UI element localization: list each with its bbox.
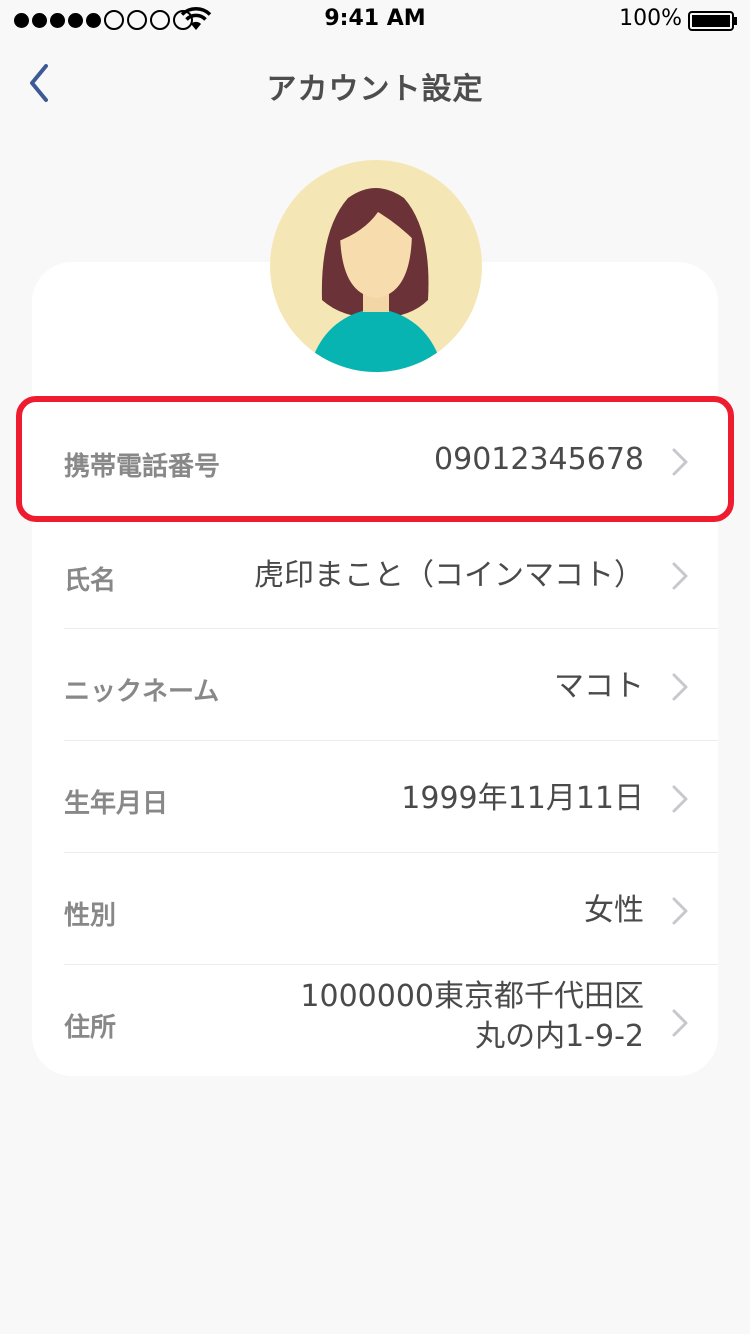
chevron-right-icon	[672, 897, 688, 925]
battery-percentage: 100%	[619, 6, 682, 31]
phone-number-row[interactable]: 携帯電話番号 09012345678	[32, 408, 718, 512]
address-line-1: 1000000東京都千代田区	[300, 979, 644, 1014]
avatar[interactable]	[270, 160, 482, 372]
name-row[interactable]: 氏名 虎印まこと（コインマコト）	[32, 520, 718, 628]
name-label: 氏名	[64, 566, 117, 596]
nickname-row[interactable]: ニックネーム マコト	[32, 629, 718, 740]
address-value: 1000000東京都千代田区 丸の内1-9-2	[300, 977, 644, 1057]
woman-avatar-icon	[270, 160, 482, 372]
address-label: 住所	[64, 1013, 117, 1043]
account-settings-screen: 9:41 AM 100% アカウント設定 携帯電話番号 09012345678 …	[0, 0, 750, 1334]
gender-value: 女性	[584, 893, 644, 928]
gender-label: 性別	[64, 901, 117, 931]
name-value: 虎印まこと（コインマコト）	[254, 558, 644, 593]
navigation-bar: アカウント設定	[0, 40, 750, 128]
birthday-label: 生年月日	[64, 789, 169, 819]
address-row[interactable]: 住所 1000000東京都千代田区 丸の内1-9-2	[32, 965, 718, 1076]
gender-row[interactable]: 性別 女性	[32, 853, 718, 964]
chevron-right-icon	[672, 1009, 688, 1037]
birthday-value: 1999年11月11日	[401, 781, 644, 816]
status-bar: 9:41 AM 100%	[0, 0, 750, 40]
nickname-value: マコト	[554, 669, 644, 704]
battery-icon	[688, 11, 737, 31]
chevron-right-icon	[672, 673, 688, 701]
chevron-right-icon	[672, 448, 688, 476]
chevron-right-icon	[672, 562, 688, 590]
page-title: アカウント設定	[266, 72, 484, 107]
birthday-row[interactable]: 生年月日 1999年11月11日	[32, 741, 718, 852]
address-line-2: 丸の内1-9-2	[475, 1019, 644, 1054]
phone-number-label: 携帯電話番号	[64, 452, 221, 482]
chevron-right-icon	[672, 785, 688, 813]
phone-number-value: 09012345678	[434, 442, 644, 477]
nickname-label: ニックネーム	[64, 677, 220, 707]
